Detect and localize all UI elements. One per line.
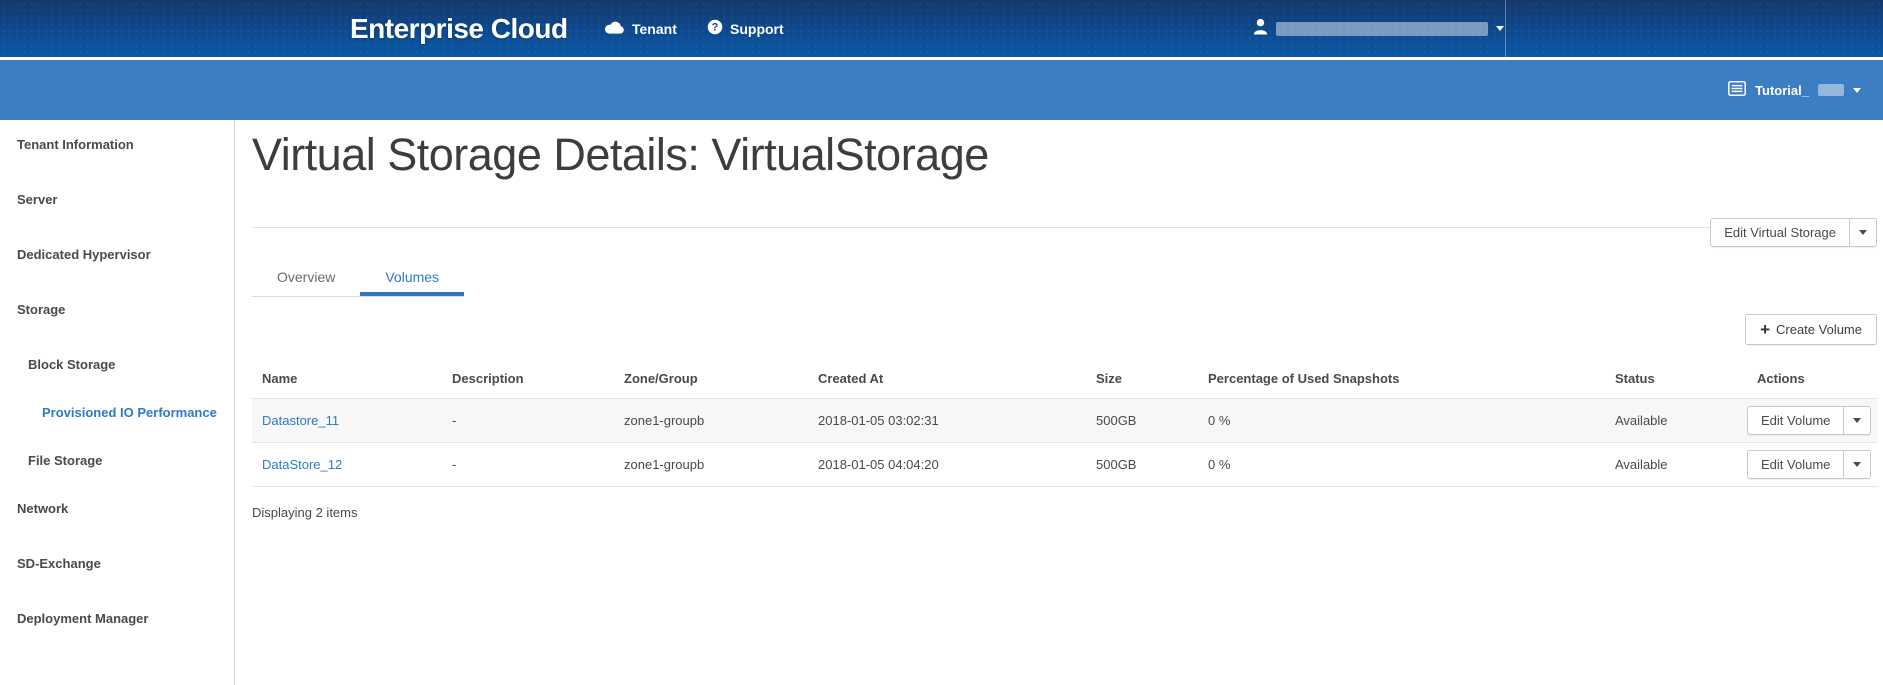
column-header-status: Status: [1605, 360, 1747, 399]
cell-snapshot-pct: 0 %: [1198, 443, 1605, 487]
cell-description: -: [442, 443, 614, 487]
cell-size: 500GB: [1086, 399, 1198, 443]
workspace-selector[interactable]: Tutorial_: [1728, 81, 1861, 99]
list-icon: [1728, 81, 1746, 99]
edit-volume-button[interactable]: Edit Volume: [1747, 450, 1871, 479]
chevron-down-icon: [1859, 230, 1867, 235]
create-volume-label: Create Volume: [1776, 322, 1862, 337]
edit-volume-dropdown[interactable]: [1843, 407, 1870, 434]
edit-virtual-storage-dropdown[interactable]: [1849, 219, 1876, 246]
user-icon: [1253, 18, 1268, 40]
edit-volume-label: Edit Volume: [1748, 451, 1843, 478]
sidebar: Tenant Information Server Dedicated Hype…: [0, 120, 235, 685]
column-header-actions: Actions: [1747, 360, 1877, 399]
sidebar-item-deployment-manager[interactable]: Deployment Manager: [0, 610, 234, 627]
volume-link[interactable]: Datastore_11: [262, 413, 339, 428]
main-content: Virtual Storage Details: VirtualStorage …: [235, 120, 1883, 685]
cell-zone-group: zone1-groupb: [614, 443, 808, 487]
navbar-divider: [1505, 0, 1506, 57]
create-volume-button[interactable]: + Create Volume: [1745, 314, 1877, 345]
edit-volume-label: Edit Volume: [1748, 407, 1843, 434]
nav-tenant-label: Tenant: [632, 21, 677, 37]
volumes-table: Name Description Zone/Group Created At S…: [252, 360, 1877, 487]
column-header-size: Size: [1086, 360, 1198, 399]
edit-volume-button[interactable]: Edit Volume: [1747, 406, 1871, 435]
sidebar-item-dedicated-hypervisor[interactable]: Dedicated Hypervisor: [0, 246, 234, 263]
sidebar-item-block-storage[interactable]: Block Storage: [0, 356, 234, 373]
sidebar-item-file-storage[interactable]: File Storage: [0, 452, 234, 469]
svg-text:?: ?: [712, 22, 719, 34]
table-row: Datastore_11 - zone1-groupb 2018-01-05 0…: [252, 399, 1877, 443]
cloud-icon: [604, 20, 625, 37]
sidebar-item-provisioned-io-performance[interactable]: Provisioned IO Performance: [0, 404, 234, 421]
volume-link[interactable]: DataStore_12: [262, 457, 342, 472]
cell-status: Available: [1605, 443, 1747, 487]
edit-virtual-storage-button[interactable]: Edit Virtual Storage: [1710, 218, 1877, 247]
tab-volumes[interactable]: Volumes: [360, 260, 464, 296]
column-header-created-at: Created At: [808, 360, 1086, 399]
sidebar-item-server[interactable]: Server: [0, 191, 234, 208]
workspace-label: Tutorial_: [1755, 83, 1809, 98]
workspace-bar: Tutorial_: [0, 60, 1883, 120]
cell-size: 500GB: [1086, 443, 1198, 487]
cell-snapshot-pct: 0 %: [1198, 399, 1605, 443]
nav-tenant[interactable]: Tenant: [604, 0, 677, 57]
column-header-name: Name: [252, 360, 442, 399]
chevron-down-icon: [1853, 88, 1861, 93]
redacted-username: [1276, 22, 1488, 36]
sidebar-item-network[interactable]: Network: [0, 500, 234, 517]
cell-status: Available: [1605, 399, 1747, 443]
edit-virtual-storage-label: Edit Virtual Storage: [1711, 219, 1849, 246]
cell-created-at: 2018-01-05 03:02:31: [808, 399, 1086, 443]
column-header-snapshot-pct: Percentage of Used Snapshots: [1198, 360, 1605, 399]
enterprise-cloud-logo: Enterprise Cloud: [350, 0, 568, 57]
user-menu[interactable]: [1253, 0, 1504, 57]
nav-support[interactable]: ? Support: [707, 0, 784, 57]
chevron-down-icon: [1853, 418, 1861, 423]
table-header-row: Name Description Zone/Group Created At S…: [252, 360, 1877, 399]
sidebar-item-sd-exchange[interactable]: SD-Exchange: [0, 555, 234, 572]
cell-description: -: [442, 399, 614, 443]
chevron-down-icon: [1853, 462, 1861, 467]
sidebar-item-tenant-information[interactable]: Tenant Information: [0, 136, 234, 153]
top-navbar: Enterprise Cloud Tenant ? Support: [0, 0, 1883, 60]
nav-support-label: Support: [730, 21, 784, 37]
cell-created-at: 2018-01-05 04:04:20: [808, 443, 1086, 487]
page-title: Virtual Storage Details: VirtualStorage: [252, 128, 1877, 182]
sidebar-item-storage[interactable]: Storage: [0, 301, 234, 318]
redacted-workspace-suffix: [1818, 84, 1844, 96]
question-icon: ?: [707, 19, 723, 38]
chevron-down-icon: [1496, 26, 1504, 31]
title-divider: [252, 227, 1877, 228]
plus-icon: +: [1760, 323, 1770, 336]
items-count-summary: Displaying 2 items: [252, 505, 1877, 520]
table-row: DataStore_12 - zone1-groupb 2018-01-05 0…: [252, 443, 1877, 487]
edit-volume-dropdown[interactable]: [1843, 451, 1870, 478]
tab-overview[interactable]: Overview: [252, 260, 360, 296]
column-header-zone-group: Zone/Group: [614, 360, 808, 399]
cell-zone-group: zone1-groupb: [614, 399, 808, 443]
tab-bar: Overview Volumes: [252, 260, 464, 297]
column-header-description: Description: [442, 360, 614, 399]
